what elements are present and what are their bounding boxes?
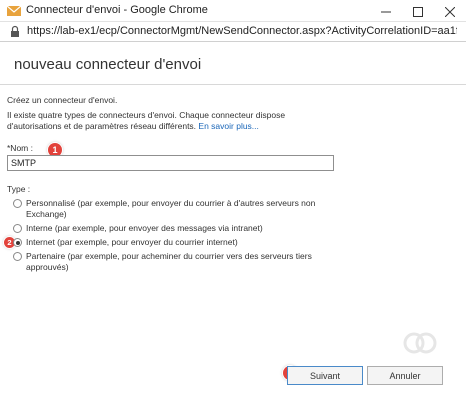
learn-more-link[interactable]: En savoir plus...: [198, 121, 258, 131]
cancel-button[interactable]: Annuler: [367, 366, 443, 385]
intro-text: Créez un connecteur d'envoi.: [7, 95, 118, 105]
minimize-icon: [381, 11, 391, 13]
minimize-button[interactable]: [370, 0, 402, 22]
name-input[interactable]: [7, 155, 334, 171]
close-button[interactable]: [434, 0, 466, 22]
radio-custom[interactable]: [13, 199, 22, 208]
radio-partner-label: Partenaire (par exemple, pour acheminer …: [26, 251, 312, 272]
watermark-logo-icon: [403, 332, 437, 354]
window-titlebar: Connecteur d'envoi - Google Chrome: [0, 0, 466, 22]
exchange-app-icon: [7, 5, 21, 16]
dialog-title: nouveau connecteur d'envoi: [14, 56, 202, 73]
next-button[interactable]: Suivant: [287, 366, 363, 385]
radio-internet[interactable]: [13, 238, 22, 247]
maximize-button[interactable]: [402, 0, 434, 22]
address-bar[interactable]: https://lab-ex1/ecp/ConnectorMgmt/NewSen…: [0, 22, 466, 42]
radio-internal-label: Interne (par exemple, pour envoyer des m…: [26, 223, 263, 233]
window-title: Connecteur d'envoi - Google Chrome: [26, 4, 208, 16]
type-label: Type :: [7, 184, 31, 194]
name-label: *Nom :: [7, 143, 33, 153]
radio-internet-label: Internet (par exemple, pour envoyer du c…: [26, 237, 238, 247]
close-icon: [444, 6, 456, 18]
description-text: Il existe quatre types de connecteurs d'…: [7, 110, 337, 132]
maximize-icon: [413, 6, 423, 17]
radio-internal[interactable]: [13, 224, 22, 233]
radio-partner[interactable]: [13, 252, 22, 261]
title-divider: [0, 84, 466, 85]
url-text[interactable]: https://lab-ex1/ecp/ConnectorMgmt/NewSen…: [27, 25, 457, 37]
radio-custom-label: Personnalisé (par exemple, pour envoyer …: [26, 198, 316, 219]
not-secure-lock-icon[interactable]: [10, 25, 20, 38]
